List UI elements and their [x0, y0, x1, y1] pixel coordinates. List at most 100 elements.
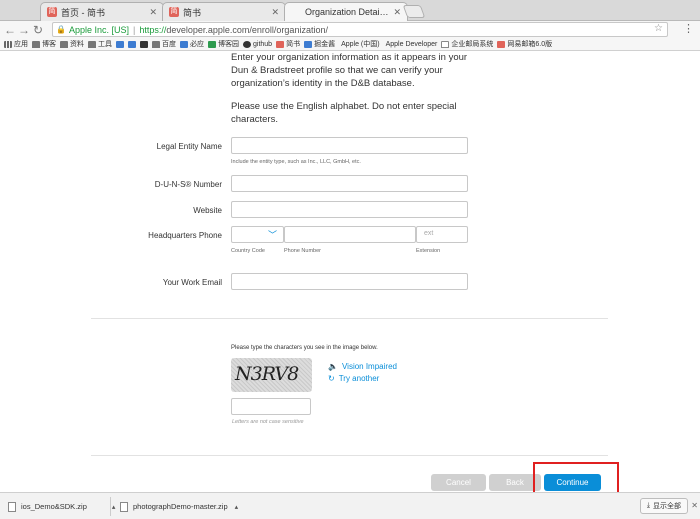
bookmark-star-icon[interactable]: ☆	[654, 23, 663, 34]
bookmark-vscode[interactable]	[116, 40, 124, 48]
bookmark-apple-developer[interactable]: Apple Developer	[384, 41, 438, 48]
apple-icon	[291, 7, 301, 17]
reload-icon[interactable]: ↻	[31, 23, 45, 37]
back-arrow-icon[interactable]: ←	[3, 23, 17, 37]
hq-phone-label: Headquarters Phone	[148, 231, 222, 240]
address-separator: |	[133, 24, 136, 35]
footer-divider	[91, 455, 608, 456]
bookmark-label: 网易邮箱6.0版	[507, 41, 553, 48]
folder-icon	[88, 40, 96, 48]
bookmark-materials[interactable]: 资料	[60, 39, 84, 49]
website-label: Website	[193, 206, 222, 215]
download-icon: ⤓	[646, 502, 650, 509]
new-tab-button[interactable]	[402, 5, 426, 18]
legal-entity-hint: Include the entity type, such as Inc., L…	[231, 159, 361, 165]
tab-organization-details[interactable]: Organization Details - Apple D ✕	[284, 2, 408, 21]
captcha-image: N3RV8	[231, 358, 312, 392]
forward-arrow-icon[interactable]: →	[17, 23, 31, 37]
duns-label: D-U-N-S® Number	[154, 180, 222, 189]
bookmark-a[interactable]	[128, 40, 136, 48]
extension-placeholder: ext	[424, 230, 434, 237]
bookmark-tools[interactable]: 工具	[88, 39, 112, 49]
tab-jianshu-home[interactable]: 简 首页 - 简书 ✕	[40, 2, 164, 21]
divider	[110, 497, 111, 516]
bookmark-enterprise-mail[interactable]: 企业邮局系统	[441, 39, 493, 49]
apps-grid-icon	[4, 40, 12, 48]
tab-title: Organization Details - Apple D	[305, 7, 389, 17]
bookmark-label: 简书	[286, 41, 301, 48]
lock-icon: 🔒	[56, 25, 66, 34]
close-icon[interactable]: ✕	[271, 7, 279, 18]
bookmark-blog[interactable]: 博客	[32, 39, 56, 49]
cnblogs-icon	[208, 40, 216, 48]
phone-number-input[interactable]	[284, 226, 416, 243]
bookmark-label: 掘金酱	[314, 41, 336, 48]
extension-hint: Extension	[416, 248, 441, 254]
browser-toolbar: ← → ↻ 🔒 Apple Inc. [US] | https://develo…	[0, 21, 700, 38]
vision-impaired-link[interactable]: 🔈 Vision Impaired	[328, 362, 397, 371]
intro-paragraph: Enter your organization information as i…	[231, 52, 468, 89]
phone-number-hint: Phone Number	[284, 248, 321, 254]
bookmark-c[interactable]	[140, 40, 148, 48]
bookmark-cnblogs[interactable]: 博客园	[208, 39, 239, 49]
duns-input[interactable]	[231, 175, 468, 192]
vscode-icon	[116, 40, 124, 48]
bookmark-label: 博客园	[218, 41, 239, 48]
site-origin: Apple Inc. [US]	[68, 24, 129, 35]
speaker-icon: 🔈	[328, 362, 338, 371]
bookmark-label: 企业邮局系统	[451, 41, 494, 48]
bookmark-apps[interactable]: 应用	[4, 39, 28, 49]
bing-icon	[180, 40, 188, 48]
close-icon[interactable]: ✕	[393, 7, 401, 18]
legal-entity-label: Legal Entity Name	[156, 142, 222, 151]
folder-icon	[152, 40, 160, 48]
bookmark-jianshu[interactable]: 简书	[276, 39, 300, 49]
folder-icon	[60, 40, 68, 48]
bookmark-label: 必应	[190, 41, 204, 48]
bookmark-juejin[interactable]: 掘金酱	[304, 39, 335, 49]
tab-jianshu[interactable]: 简 简书 ✕	[162, 2, 286, 21]
download-filename: photographDemo-master.zip	[133, 502, 228, 511]
address-bar[interactable]: 🔒 Apple Inc. [US] | https://developer.ap…	[52, 22, 668, 37]
url-scheme: https://	[139, 24, 167, 35]
chevron-up-icon[interactable]: ▴	[235, 503, 239, 511]
captcha-input[interactable]	[231, 398, 311, 415]
vision-impaired-label: Vision Impaired	[341, 362, 397, 371]
work-email-label: Your Work Email	[162, 278, 222, 287]
website-input[interactable]	[231, 201, 468, 218]
file-icon	[120, 501, 128, 512]
bookmark-bing[interactable]: 必应	[180, 39, 204, 49]
bookmark-label: Apple Developer	[385, 40, 438, 48]
menu-icon[interactable]: ⋮	[683, 22, 694, 35]
chevron-down-icon: ﹀	[268, 230, 278, 240]
bookmark-label: github	[253, 40, 273, 48]
bookmark-netease-mail[interactable]: 网易邮箱6.0版	[497, 39, 552, 49]
cancel-button[interactable]: Cancel	[431, 474, 486, 491]
download-item[interactable]: ios_Demo&SDK.zip ▴	[2, 498, 121, 515]
refresh-icon: ↻	[328, 374, 335, 383]
close-icon[interactable]: ✕	[149, 7, 157, 18]
country-code-hint: Country Code	[231, 248, 265, 254]
folder-icon	[32, 40, 40, 48]
download-item[interactable]: photographDemo-master.zip ▴	[114, 498, 244, 515]
show-all-button[interactable]: ⤓ 显示全部	[639, 498, 688, 514]
section-divider	[91, 318, 608, 319]
download-filename: ios_Demo&SDK.zip	[21, 502, 87, 511]
close-icon[interactable]: ✕	[691, 501, 698, 510]
work-email-input[interactable]	[231, 273, 468, 290]
jianshu-icon	[276, 40, 285, 48]
try-another-link[interactable]: ↻ Try another	[328, 374, 379, 383]
tab-title: 简书	[183, 7, 202, 18]
bookmark-label: 资料	[70, 41, 84, 48]
extension-input[interactable]: ext	[416, 226, 468, 243]
jianshu-icon: 简	[169, 7, 179, 17]
bookmark-apple-china[interactable]: Apple (中国)	[339, 39, 380, 49]
bookmark-github[interactable]: github	[243, 40, 273, 48]
country-code-select[interactable]: ﹀	[231, 226, 284, 243]
bookmark-label: Apple (中国)	[341, 41, 380, 48]
bookmark-baidu[interactable]: 百度	[152, 39, 176, 49]
legal-entity-input[interactable]	[231, 137, 468, 154]
url-path: developer.apple.com/enroll/organization/	[166, 24, 328, 35]
bookmark-label: 应用	[14, 41, 28, 48]
github-icon	[243, 40, 251, 48]
